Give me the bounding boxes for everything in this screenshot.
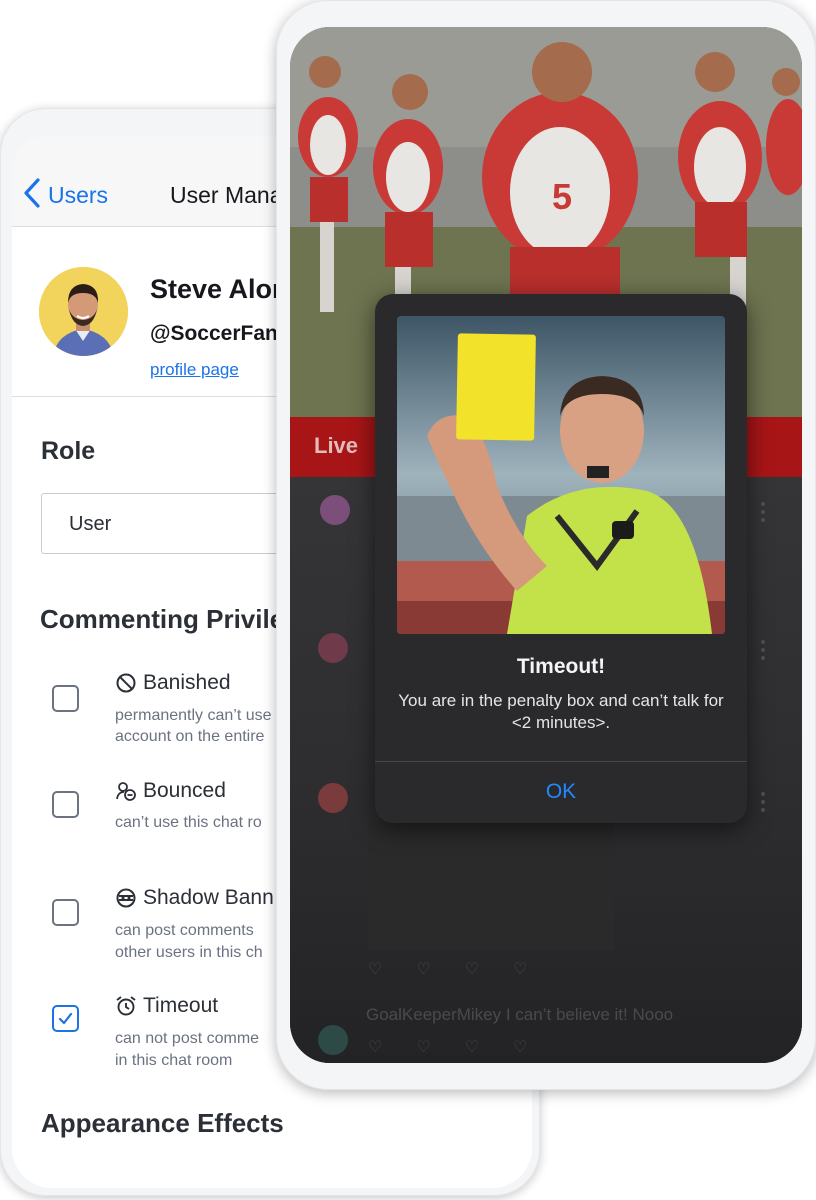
privilege-title: Banished — [143, 671, 231, 694]
user-handle: @SoccerFan — [150, 322, 278, 345]
checkmark-icon — [58, 1012, 73, 1025]
faded-comment-user: GoalKeeperMikey — [366, 1005, 502, 1024]
faded-comment-text: I can’t believe it! Nooo — [505, 1005, 674, 1024]
privilege-title: Timeout — [143, 994, 219, 1017]
alert-message: You are in the penalty box and can’t tal… — [398, 691, 724, 732]
chat-screen: 5 Live ♡♡♡♡ GoalKeeperMikey I can’t beli… — [290, 27, 802, 1063]
ban-icon — [116, 673, 136, 693]
user-minus-icon — [116, 782, 136, 801]
chevron-left-icon[interactable] — [18, 176, 44, 210]
user-portrait-image — [39, 267, 128, 356]
mockup-stage: Users User Management Steve Alonso @Socc… — [0, 0, 816, 1200]
alert-title: Timeout! — [516, 655, 606, 678]
privilege-title: Bounced — [143, 779, 226, 802]
privilege-description: can’t use this chat ro — [115, 814, 262, 831]
reaction-bar: ♡♡♡♡ — [368, 1039, 562, 1056]
commenter-avatar — [320, 495, 350, 525]
privilege-description: in this chat room — [115, 1052, 233, 1069]
commenter-avatar — [318, 1025, 348, 1055]
referee-illustration — [397, 316, 725, 634]
privilege-description: can not post comme — [115, 1030, 260, 1047]
back-button[interactable]: Users — [48, 182, 108, 209]
privilege-title: Shadow Bann — [143, 886, 274, 909]
role-heading: Role — [41, 437, 96, 465]
commenter-avatar — [318, 633, 348, 663]
timeout-checkbox[interactable] — [52, 1005, 79, 1032]
shadow-ban-checkbox[interactable] — [52, 899, 79, 926]
avatar — [39, 267, 128, 356]
more-options-icon[interactable] — [760, 791, 766, 813]
referee-yellow-card-image — [397, 316, 725, 634]
video-thumbnail[interactable] — [368, 822, 614, 950]
alarm-clock-icon — [116, 996, 136, 1016]
more-options-icon[interactable] — [760, 501, 766, 523]
privilege-description: other users in this ch — [115, 944, 263, 961]
bounced-checkbox[interactable] — [52, 791, 79, 818]
faded-comment: GoalKeeperMikey I can’t believe it! Nooo — [366, 1005, 673, 1025]
commenter-avatar — [318, 783, 348, 813]
shadow-ban-icon — [116, 888, 136, 908]
privilege-description: permanently can’t use — [115, 707, 272, 724]
role-select-value: User — [69, 513, 112, 535]
appearance-effects-heading: Appearance Effects — [41, 1108, 284, 1138]
reaction-bar: ♡♡♡♡ — [368, 961, 562, 978]
svg-text:5: 5 — [552, 176, 572, 217]
profile-page-link[interactable]: profile page — [150, 360, 239, 380]
privilege-description: can post comments — [115, 922, 254, 939]
privilege-description: account on the entire — [115, 728, 265, 745]
live-bar-label: Live — [314, 433, 359, 458]
timeout-alert-dialog: Timeout! You are in the penalty box and … — [375, 294, 747, 823]
banished-checkbox[interactable] — [52, 685, 79, 712]
more-options-icon[interactable] — [760, 639, 766, 661]
chat-phone-frame: 5 Live ♡♡♡♡ GoalKeeperMikey I can’t beli… — [276, 0, 816, 1090]
ok-button[interactable]: OK — [375, 762, 747, 823]
